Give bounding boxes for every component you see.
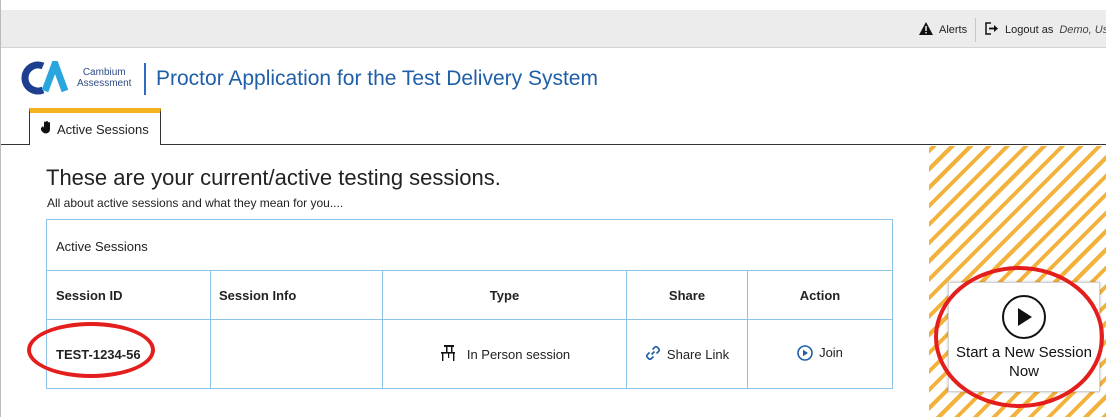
table-caption: Active Sessions <box>47 220 892 271</box>
desk-icon <box>439 344 457 365</box>
alerts-button[interactable]: Alerts <box>919 20 967 40</box>
logo-line-1: Cambium <box>82 67 126 78</box>
share-link-label: Share Link <box>666 346 730 362</box>
column-divider <box>210 271 211 389</box>
active-sessions-table: Active Sessions Session ID Session Info … <box>46 219 893 389</box>
tab-row-border <box>1 144 1106 145</box>
top-bar: Alerts Logout as Demo, Use <box>1 10 1106 48</box>
hand-icon <box>39 121 52 137</box>
join-label: Join <box>819 345 843 360</box>
join-button[interactable]: Join <box>748 320 892 388</box>
proctor-page: Alerts Logout as Demo, Use Cambium Asses… <box>0 0 1106 417</box>
app-header: Cambium Assessment Proctor Application f… <box>1 48 1106 110</box>
logout-username: Demo, Use <box>1059 24 1106 36</box>
logo-line-2: Assessment <box>77 78 132 89</box>
link-icon <box>645 345 661 364</box>
tab-active-sessions[interactable]: Active Sessions <box>29 108 161 145</box>
share-link[interactable]: Share Link <box>627 320 747 388</box>
type-label: In Person session <box>466 346 571 362</box>
alerts-label: Alerts <box>939 24 968 36</box>
header-divider <box>144 63 146 95</box>
page-title: These are your current/active testing se… <box>46 165 501 190</box>
play-circle-icon <box>797 345 813 364</box>
column-header-type: Type <box>489 287 520 303</box>
start-new-session-button[interactable]: Start a New Session Now <box>948 282 1100 392</box>
column-header-session-id: Session ID <box>56 287 123 303</box>
app-title: Proctor Application for the Test Deliver… <box>156 67 598 90</box>
session-id-cell: TEST-1234-56 <box>56 346 141 362</box>
type-cell: In Person session <box>383 320 626 388</box>
logout-button[interactable]: Logout as Demo, Use <box>985 20 1106 40</box>
page-subtitle: All about active sessions and what they … <box>47 196 344 210</box>
cambium-logo-mark <box>21 61 69 95</box>
warning-icon <box>919 22 933 38</box>
cambium-logo: Cambium Assessment <box>21 61 131 95</box>
play-icon <box>1002 295 1046 339</box>
tab-label: Active Sessions <box>57 121 149 137</box>
topbar-divider <box>975 18 976 42</box>
logo-wordmark: Cambium Assessment <box>77 67 131 89</box>
logout-icon <box>985 22 999 38</box>
start-new-session-label: Start a New Session Now <box>956 344 1092 380</box>
column-header-session-info: Session Info <box>219 287 297 303</box>
column-header-share: Share <box>668 287 706 303</box>
column-header-action: Action <box>799 287 841 303</box>
logout-label: Logout as <box>1005 24 1054 36</box>
